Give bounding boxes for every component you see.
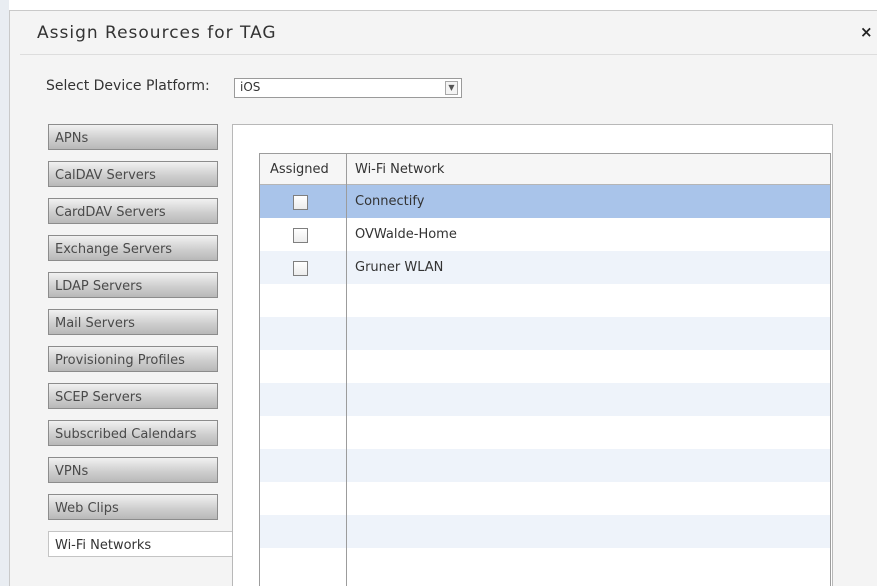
tab-subscribed-calendars[interactable]: Subscribed Calendars — [48, 420, 218, 446]
background-strip — [0, 0, 9, 586]
column-header-assigned[interactable]: Assigned — [270, 162, 329, 177]
platform-select[interactable]: iOS ▼ — [234, 78, 462, 98]
tab-web-clips[interactable]: Web Clips — [48, 494, 218, 520]
tab-provisioning-profiles[interactable]: Provisioning Profiles — [48, 346, 218, 372]
tab-exchange-servers[interactable]: Exchange Servers — [48, 235, 218, 261]
tab-mail-servers[interactable]: Mail Servers — [48, 309, 218, 335]
platform-label: Select Device Platform: — [46, 78, 210, 94]
tab-scep-servers[interactable]: SCEP Servers — [48, 383, 218, 409]
wifi-network-name: Connectify — [355, 194, 425, 209]
column-divider[interactable] — [346, 154, 347, 586]
assigned-checkbox[interactable] — [293, 261, 308, 276]
dialog-title: Assign Resources for TAG — [37, 23, 277, 43]
assigned-checkbox[interactable] — [293, 228, 308, 243]
chevron-down-icon[interactable]: ▼ — [445, 81, 458, 95]
tab-caldav-servers[interactable]: CalDAV Servers — [48, 161, 218, 187]
column-header-wifi-network[interactable]: Wi-Fi Network — [355, 162, 444, 177]
tab-wifi-networks[interactable]: Wi-Fi Networks — [48, 531, 233, 557]
title-divider — [20, 54, 877, 55]
tab-vpns[interactable]: VPNs — [48, 457, 218, 483]
dialog-title-bar: Assign Resources for TAG × — [10, 11, 877, 54]
tab-ldap-servers[interactable]: LDAP Servers — [48, 272, 218, 298]
assigned-checkbox[interactable] — [293, 195, 308, 210]
close-icon[interactable]: × — [860, 25, 874, 40]
wifi-network-name: Gruner WLAN — [355, 260, 444, 275]
platform-select-value: iOS — [240, 80, 261, 94]
tab-carddav-servers[interactable]: CardDAV Servers — [48, 198, 218, 224]
wifi-network-name: OVWalde-Home — [355, 227, 457, 242]
wifi-networks-grid: Assigned Wi-Fi Network Connectify OVWald… — [259, 153, 831, 586]
tab-apns[interactable]: APNs — [48, 124, 218, 150]
